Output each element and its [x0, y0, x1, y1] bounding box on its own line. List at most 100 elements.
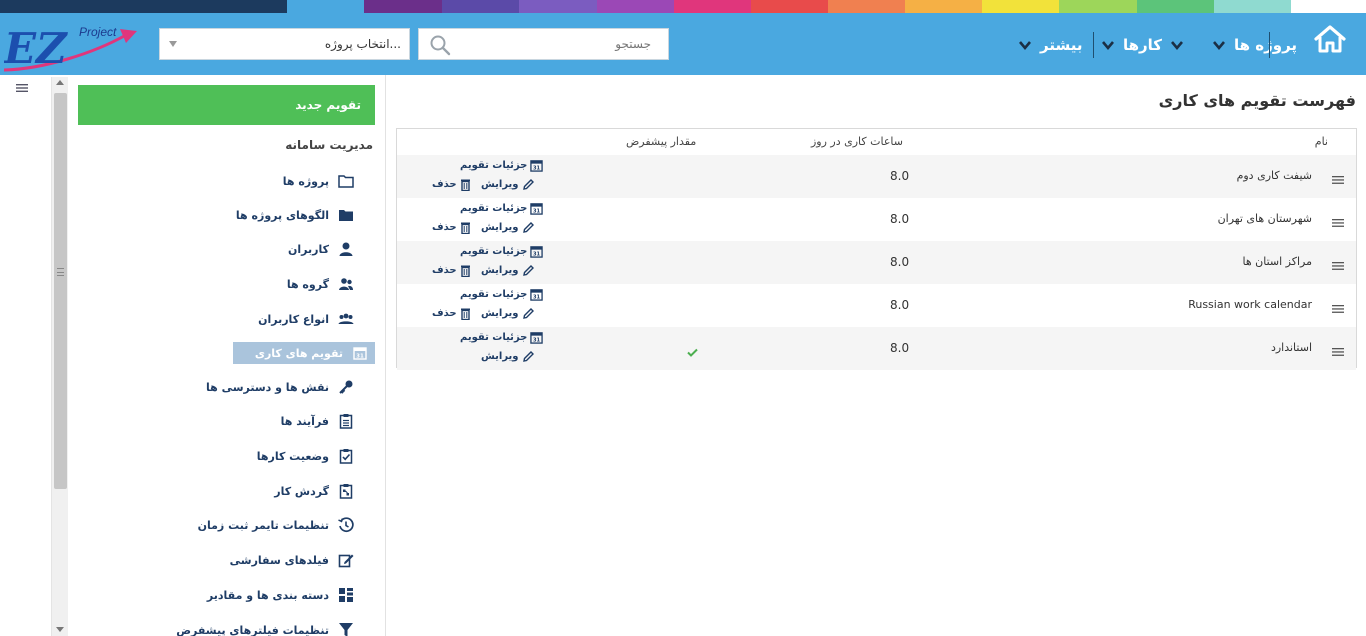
project-select[interactable]: انتخاب پروژه... — [159, 28, 410, 60]
column-header-name[interactable]: نام — [1315, 135, 1328, 148]
edit-link[interactable]: ویرایش — [481, 221, 535, 234]
sidebar-item-processes[interactable]: فرآیند ها — [281, 410, 355, 432]
sidebar-item-categories[interactable]: دسته بندی ها و مقادیر — [207, 584, 355, 606]
color-strip-segment — [364, 0, 442, 13]
calendar-details-link[interactable]: 31 جزئیات تقویم — [460, 202, 544, 215]
sidebar-item-projects[interactable]: پروژه ها — [283, 170, 355, 192]
select-caret-icon — [169, 41, 177, 47]
edit-link[interactable]: ویرایش — [481, 350, 535, 363]
edit-label: ویرایش — [481, 179, 519, 190]
calendar-name: Russian work calendar — [1188, 298, 1312, 311]
delete-link[interactable]: حذف — [432, 264, 471, 277]
calendar-details-link[interactable]: 31 جزئیات تقویم — [460, 245, 544, 258]
grip-icon — [57, 268, 64, 276]
svg-text:31: 31 — [533, 166, 541, 172]
sidebar-item-user-types[interactable]: انواع کاربران — [258, 308, 355, 330]
delete-link[interactable]: حذف — [432, 178, 471, 191]
trash-icon — [460, 265, 470, 277]
top-header: پروژه ها کارها بیشتر انتخاب پروژه... — [0, 13, 1366, 75]
search-box[interactable] — [418, 28, 669, 60]
default-check-icon — [687, 342, 698, 361]
color-strip-segment — [442, 0, 519, 13]
nav-projects-label: پروژه ها — [1234, 36, 1298, 54]
chevron-down-icon — [1213, 41, 1225, 51]
sidebar-item-work-calendars[interactable]: 31 تقویم های کاری — [232, 342, 375, 364]
scrollbar-thumb[interactable] — [54, 93, 67, 489]
nav-projects[interactable]: پروژه ها — [1212, 31, 1297, 59]
search-input[interactable] — [459, 30, 659, 58]
row-menu-button[interactable] — [1332, 256, 1344, 275]
calendar-details-link[interactable]: 31 جزئیات تقویم — [460, 288, 544, 301]
logo-letters: EZ — [4, 24, 68, 73]
sidebar-item-task-status[interactable]: وضعیت کارها — [257, 445, 355, 467]
delete-label: حذف — [432, 222, 457, 233]
table-header: نام ساعات کاری در روز مقدار پیشفرض — [397, 129, 1356, 155]
scroll-up-icon[interactable] — [56, 80, 64, 85]
sidebar-item-label: گردش کار — [274, 484, 329, 498]
sidebar-item-custom-fields[interactable]: فیلدهای سفارشی — [230, 549, 355, 571]
svg-text:31: 31 — [356, 354, 364, 360]
sidebar-item-label: انواع کاربران — [258, 312, 329, 326]
ez-project-logo[interactable]: EZ Project — [3, 23, 144, 73]
delete-link[interactable]: حذف — [432, 221, 471, 234]
sidebar-scrollbar[interactable] — [51, 77, 68, 636]
calendar-details-link[interactable]: 31 جزئیات تقویم — [460, 159, 544, 172]
sidebar-item-timer-settings[interactable]: تنظیمات تایمر ثبت زمان — [198, 514, 355, 536]
edit-link[interactable]: ویرایش — [481, 264, 535, 277]
clipboard-icon — [337, 412, 355, 430]
hours-per-day: 8.0 — [890, 341, 910, 355]
new-calendar-button[interactable]: تقویم جدید — [78, 85, 375, 125]
hours-per-day: 8.0 — [890, 298, 910, 312]
column-header-hours[interactable]: ساعات کاری در روز — [811, 135, 903, 148]
calendar-icon: 31 — [351, 344, 369, 362]
scroll-down-icon[interactable] — [56, 627, 64, 632]
calendar-icon: 31 — [530, 332, 544, 344]
row-menu-button[interactable] — [1332, 170, 1344, 189]
page-title: فهرست تقویم های کاری — [1158, 91, 1356, 110]
hours-per-day: 8.0 — [890, 255, 910, 269]
sidebar-item-roles-access[interactable]: نقش ها و دسترسی ها — [206, 376, 355, 398]
color-strip-segment — [597, 0, 674, 13]
pencil-icon — [522, 222, 534, 233]
app-window: پروژه ها کارها بیشتر انتخاب پروژه... — [0, 0, 1366, 636]
table-row: Russian work calendar 8.0 31 جزئیات تقوی… — [397, 284, 1356, 327]
nav-tasks[interactable]: کارها — [1101, 31, 1184, 59]
delete-link[interactable]: حذف — [432, 307, 471, 320]
sidebar-item-project-templates[interactable]: الگوهای پروژه ها — [236, 204, 355, 226]
home-icon — [1314, 25, 1346, 53]
sidebar-item-groups[interactable]: گروه ها — [287, 273, 355, 295]
sidebar-item-users[interactable]: کاربران — [288, 238, 355, 260]
calendar-details-link[interactable]: 31 جزئیات تقویم — [460, 331, 544, 344]
calendar-icon: 31 — [530, 289, 544, 301]
edit-link[interactable]: ویرایش — [481, 178, 535, 191]
row-menu-button[interactable] — [1332, 213, 1344, 232]
sidebar-item-label: فرآیند ها — [280, 414, 329, 428]
sidebar-toggle[interactable] — [16, 78, 28, 97]
calendar-name: شهرستان های تهران — [1217, 212, 1312, 225]
pencil-icon — [522, 308, 534, 319]
edit-link[interactable]: ویرایش — [481, 307, 535, 320]
sidebar-item-label: وضعیت کارها — [256, 449, 329, 463]
row-menu-button[interactable] — [1332, 299, 1344, 318]
history-icon — [337, 516, 355, 534]
grid-list-icon — [337, 586, 355, 604]
user-group-icon — [337, 310, 355, 328]
color-strip-segment — [287, 0, 364, 13]
calendar-details-label: جزئیات تقویم — [460, 246, 528, 257]
sidebar-item-workflow[interactable]: گردش کار — [274, 480, 355, 502]
home-button[interactable] — [1312, 23, 1348, 55]
folder-outline-icon — [337, 172, 355, 190]
sidebar-item-default-filters[interactable]: تنظیمات فیلترهای پیشفرض — [176, 619, 355, 636]
column-header-default[interactable]: مقدار پیشفرض — [626, 135, 696, 148]
folder-icon — [337, 206, 355, 224]
admin-sidebar: تقویم جدید مدیریت سامانه پروژه ها الگوها… — [68, 75, 386, 636]
row-menu-button[interactable] — [1332, 342, 1344, 361]
sidebar-item-label: فیلدهای سفارشی — [229, 553, 329, 567]
chevron-down-icon — [1171, 41, 1184, 51]
calendar-name: مراکز استان ها — [1242, 255, 1313, 268]
nav-more[interactable]: بیشتر — [1018, 31, 1082, 59]
workflow-icon — [337, 482, 355, 500]
svg-text:31: 31 — [533, 252, 541, 258]
trash-icon — [460, 179, 470, 191]
sidebar-section-title: مدیریت سامانه — [285, 138, 373, 152]
